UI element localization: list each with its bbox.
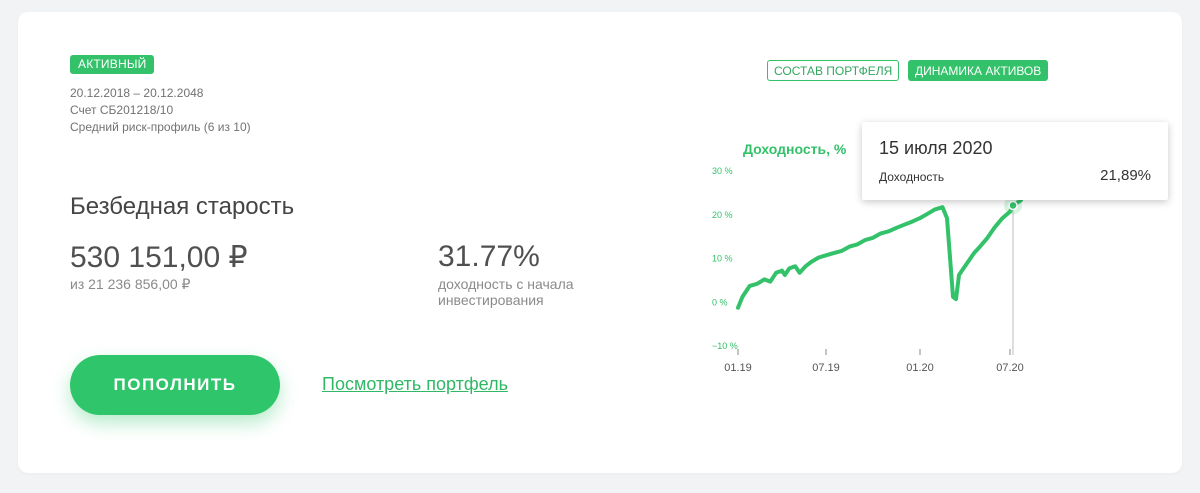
period-text: 20.12.2018 – 20.12.2048	[70, 86, 204, 100]
highlight-point	[1008, 200, 1018, 211]
x-tick-label: 07.20	[996, 362, 1024, 374]
status-badge: АКТИВНЫЙ	[70, 55, 155, 74]
y-tick-label: 30 %	[712, 166, 733, 176]
chart-title: Доходность, %	[743, 141, 847, 157]
balance-amount: 530 151,00 ₽	[70, 241, 248, 274]
tab-portfolio-composition[interactable]: СОСТАВ ПОРТФЕЛЯ	[767, 60, 900, 81]
x-tick-label: 07.19	[812, 362, 840, 374]
tab-asset-dynamics[interactable]: ДИНАМИКА АКТИВОВ	[908, 60, 1049, 81]
portfolio-title: Безбедная старость	[70, 193, 295, 220]
y-tick-label: −10 %	[712, 341, 738, 351]
topup-button[interactable]: ПОПОЛНИТЬ	[70, 355, 280, 415]
y-tick-label: 0 %	[712, 297, 728, 307]
tooltip-date: 15 июля 2020	[879, 138, 993, 158]
yield-caption: доходность с начала инвестирования	[438, 276, 574, 308]
balance-target: из 21 236 856,00 ₽	[70, 276, 191, 292]
view-portfolio-link[interactable]: Посмотреть портфель	[322, 374, 508, 395]
x-tick-label: 01.20	[906, 362, 934, 374]
risk-profile-text: Средний риск-профиль (6 из 10)	[70, 120, 251, 134]
y-tick-label: 20 %	[712, 210, 733, 220]
tooltip-value: 21,89%	[1100, 167, 1151, 184]
x-tick-label: 01.19	[724, 362, 752, 374]
chart-tooltip: 15 июля 2020 Доходность 21,89%	[862, 122, 1168, 200]
account-text: Счет СБ201218/10	[70, 103, 174, 117]
tooltip-label: Доходность	[879, 170, 945, 184]
y-tick-label: 10 %	[712, 254, 733, 264]
yield-value: 31.77%	[438, 240, 540, 273]
